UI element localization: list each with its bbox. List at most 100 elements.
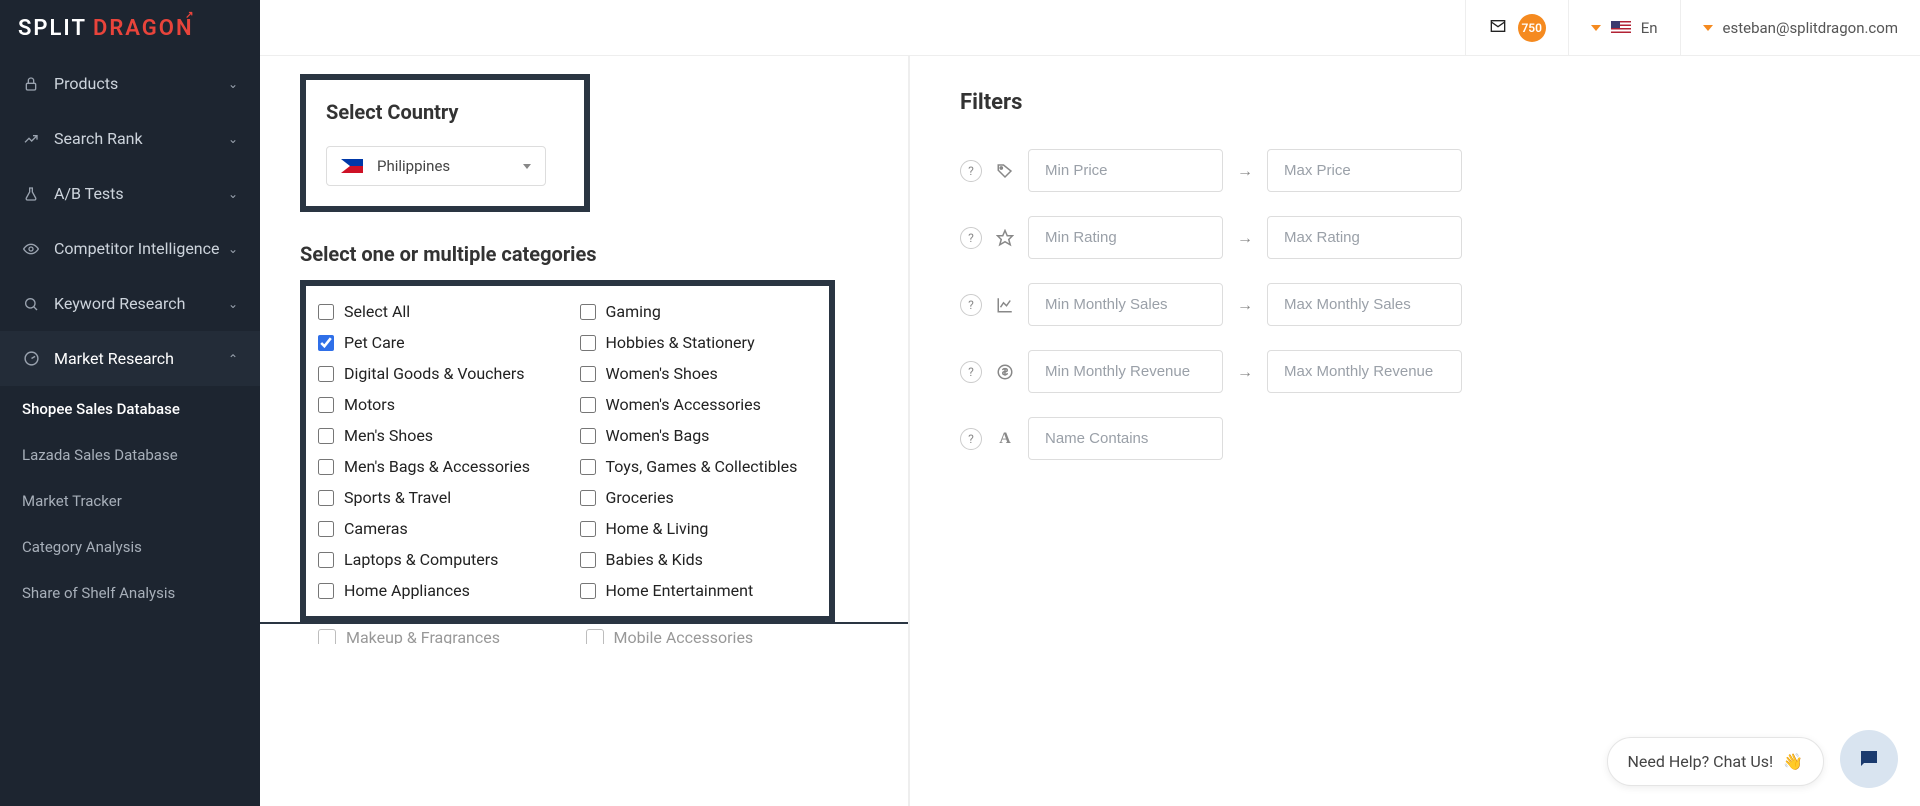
category-row[interactable]: Women's Shoes xyxy=(578,358,826,389)
category-row[interactable]: Home & Living xyxy=(578,513,826,544)
category-label: Men's Bags & Accessories xyxy=(344,457,530,476)
category-checkbox[interactable] xyxy=(580,552,596,568)
language-switcher[interactable]: En xyxy=(1568,0,1680,55)
max-input[interactable] xyxy=(1267,283,1462,326)
chat-pill[interactable]: Need Help? Chat Us! 👋 xyxy=(1607,737,1825,786)
filter-row: ?→ xyxy=(960,216,1880,259)
help-icon[interactable]: ? xyxy=(960,227,982,249)
min-input[interactable] xyxy=(1028,350,1223,393)
mail-icon xyxy=(1488,18,1508,38)
category-label: Women's Bags xyxy=(606,426,710,445)
category-row[interactable]: Groceries xyxy=(578,482,826,513)
chevron-down-icon: ⌄ xyxy=(228,132,238,146)
lock-icon xyxy=(22,75,40,93)
category-row[interactable]: Select All xyxy=(316,296,564,327)
sub-category-analysis[interactable]: Category Analysis xyxy=(0,524,260,570)
category-row[interactable]: Cameras xyxy=(316,513,564,544)
gauge-icon xyxy=(22,350,40,368)
sub-shopee-sales-database[interactable]: Shopee Sales Database xyxy=(0,386,260,432)
nav-competitor-intelligence[interactable]: Competitor Intelligence ⌄ xyxy=(0,221,260,276)
nav-label: A/B Tests xyxy=(54,184,124,203)
category-checkbox[interactable] xyxy=(580,490,596,506)
category-checkbox[interactable] xyxy=(580,459,596,475)
category-checkbox[interactable] xyxy=(318,552,334,568)
help-icon[interactable]: ? xyxy=(960,294,982,316)
max-input[interactable] xyxy=(1267,149,1462,192)
category-row[interactable]: Home Appliances xyxy=(316,575,564,606)
min-input[interactable] xyxy=(1028,149,1223,192)
max-input[interactable] xyxy=(1267,350,1462,393)
chevron-down-icon: ⌄ xyxy=(228,242,238,256)
chart-icon xyxy=(994,296,1016,314)
country-select[interactable]: Philippines xyxy=(326,146,546,186)
category-label: Hobbies & Stationery xyxy=(606,333,755,352)
sub-share-of-shelf[interactable]: Share of Shelf Analysis xyxy=(0,570,260,616)
logo[interactable]: SPLIT DRAGON ↗ xyxy=(0,0,260,56)
category-row[interactable]: Motors xyxy=(316,389,564,420)
category-row[interactable]: Gaming xyxy=(578,296,826,327)
category-row[interactable]: Digital Goods & Vouchers xyxy=(316,358,564,389)
min-input[interactable] xyxy=(1028,216,1223,259)
arrow-right-icon: → xyxy=(1235,228,1255,248)
category-row[interactable]: Home Entertainment xyxy=(578,575,826,606)
max-input[interactable] xyxy=(1267,216,1462,259)
overflow-label: Mobile Accessories xyxy=(614,628,754,644)
sub-market-tracker[interactable]: Market Tracker xyxy=(0,478,260,524)
category-checkbox[interactable] xyxy=(318,490,334,506)
text-icon: A xyxy=(994,430,1016,448)
category-row[interactable]: Women's Accessories xyxy=(578,389,826,420)
messages-button[interactable]: 750 xyxy=(1465,0,1568,55)
sub-lazada-sales-database[interactable]: Lazada Sales Database xyxy=(0,432,260,478)
categories-col1: Select AllPet CareDigital Goods & Vouche… xyxy=(306,296,568,606)
categories-box: Select AllPet CareDigital Goods & Vouche… xyxy=(300,280,835,622)
overflow-label: Makeup & Fragrances xyxy=(346,628,500,644)
star-icon xyxy=(994,229,1016,247)
category-checkbox[interactable] xyxy=(580,304,596,320)
category-checkbox[interactable] xyxy=(318,428,334,444)
category-checkbox[interactable] xyxy=(318,366,334,382)
category-row[interactable]: Hobbies & Stationery xyxy=(578,327,826,358)
category-row[interactable]: Men's Bags & Accessories xyxy=(316,451,564,482)
arrow-up-icon: ↗ xyxy=(185,10,195,21)
category-label: Women's Accessories xyxy=(606,395,761,414)
category-label: Home Entertainment xyxy=(606,581,754,600)
category-checkbox[interactable] xyxy=(318,335,334,351)
category-checkbox[interactable] xyxy=(580,521,596,537)
nav-keyword-research[interactable]: Keyword Research ⌄ xyxy=(0,276,260,331)
category-checkbox[interactable] xyxy=(580,428,596,444)
sidebar: SPLIT DRAGON ↗ Products ⌄ Search Rank ⌄ xyxy=(0,0,260,806)
category-checkbox[interactable] xyxy=(318,397,334,413)
category-checkbox[interactable] xyxy=(318,459,334,475)
user-menu[interactable]: esteban@splitdragon.com xyxy=(1680,0,1920,55)
category-checkbox[interactable] xyxy=(318,583,334,599)
chat-bubble-button[interactable] xyxy=(1840,730,1898,788)
min-input[interactable] xyxy=(1028,283,1223,326)
category-row[interactable]: Laptops & Computers xyxy=(316,544,564,575)
category-row[interactable]: Sports & Travel xyxy=(316,482,564,513)
nav-market-research[interactable]: Market Research ⌃ xyxy=(0,331,260,386)
category-checkbox[interactable] xyxy=(318,521,334,537)
nav-label: Keyword Research xyxy=(54,294,185,313)
category-label: Motors xyxy=(344,395,395,414)
category-row[interactable]: Toys, Games & Collectibles xyxy=(578,451,826,482)
category-row[interactable]: Pet Care xyxy=(316,327,564,358)
name-contains-input[interactable] xyxy=(1028,417,1223,460)
logo-part2: DRAGON ↗ xyxy=(93,16,194,41)
help-icon[interactable]: ? xyxy=(960,160,982,182)
help-icon[interactable]: ? xyxy=(960,361,982,383)
nav-ab-tests[interactable]: A/B Tests ⌄ xyxy=(0,166,260,221)
category-checkbox[interactable] xyxy=(318,304,334,320)
nav-products[interactable]: Products ⌄ xyxy=(0,56,260,111)
category-row[interactable]: Women's Bags xyxy=(578,420,826,451)
chevron-up-icon: ⌃ xyxy=(228,352,238,366)
nav-search-rank[interactable]: Search Rank ⌄ xyxy=(0,111,260,166)
help-icon[interactable]: ? xyxy=(960,428,982,450)
category-checkbox[interactable] xyxy=(580,397,596,413)
filter-name-row: ? A xyxy=(960,417,1880,460)
categories-overflow: Makeup & Fragrances Mobile Accessories xyxy=(300,624,835,644)
category-checkbox[interactable] xyxy=(580,335,596,351)
category-row[interactable]: Men's Shoes xyxy=(316,420,564,451)
category-checkbox[interactable] xyxy=(580,583,596,599)
category-checkbox[interactable] xyxy=(580,366,596,382)
category-row[interactable]: Babies & Kids xyxy=(578,544,826,575)
